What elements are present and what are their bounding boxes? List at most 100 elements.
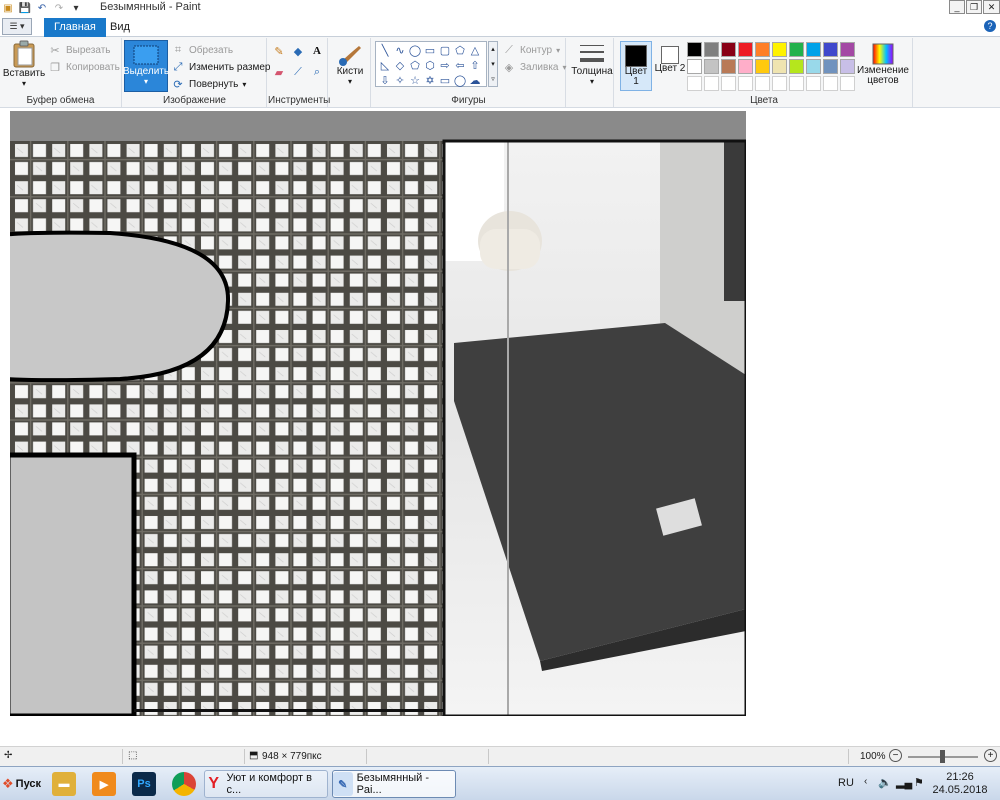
taskbar-chrome[interactable] bbox=[172, 770, 196, 798]
custom-color-slot[interactable] bbox=[772, 76, 787, 91]
palette-swatch[interactable] bbox=[823, 59, 838, 74]
custom-color-slot[interactable] bbox=[789, 76, 804, 91]
shapes-gallery-scroll[interactable]: ▴ ▾ ▿ bbox=[488, 41, 498, 87]
custom-color-slot[interactable] bbox=[755, 76, 770, 91]
palette-swatch[interactable] bbox=[721, 59, 736, 74]
rounded-callout-shape-icon[interactable]: ▭ bbox=[438, 73, 452, 87]
speaker-icon[interactable]: 🔈 bbox=[878, 776, 892, 789]
size-button[interactable]: Толщина ▾ bbox=[571, 42, 613, 86]
copy-button[interactable]: ❐ Копировать bbox=[48, 60, 120, 74]
cloud-callout-shape-icon[interactable]: ☁ bbox=[468, 73, 482, 87]
color-picker-icon[interactable]: ⟋ bbox=[291, 65, 305, 79]
taskbar-media-player[interactable]: ▶ bbox=[92, 770, 116, 798]
hexagon-shape-icon[interactable]: ⬡ bbox=[423, 58, 437, 72]
polygon-shape-icon[interactable]: ⬠ bbox=[453, 43, 467, 57]
cut-button[interactable]: ✂ Вырезать bbox=[48, 43, 110, 57]
four-point-star-shape-icon[interactable]: ✧ bbox=[393, 73, 407, 87]
custom-color-slot[interactable] bbox=[840, 76, 855, 91]
palette-swatch[interactable] bbox=[738, 42, 753, 57]
rotate-button[interactable]: ⟳ Повернуть ▾ bbox=[171, 77, 246, 91]
save-icon[interactable]: 💾 bbox=[17, 1, 33, 15]
eraser-icon[interactable]: ▰ bbox=[272, 65, 286, 79]
pencil-icon[interactable]: ✎ bbox=[272, 44, 286, 58]
text-tool-icon[interactable]: A bbox=[310, 44, 324, 58]
right-triangle-shape-icon[interactable]: ◺ bbox=[378, 58, 392, 72]
curve-shape-icon[interactable]: ∿ bbox=[393, 43, 407, 57]
action-center-flag-icon[interactable]: ⚑ bbox=[914, 776, 924, 789]
five-point-star-shape-icon[interactable]: ☆ bbox=[408, 73, 422, 87]
palette-swatch[interactable] bbox=[840, 42, 855, 57]
network-icon[interactable]: ▂▄ bbox=[896, 776, 912, 789]
close-button[interactable]: ✕ bbox=[983, 0, 1000, 14]
line-shape-icon[interactable]: ╲ bbox=[378, 43, 392, 57]
maximize-button[interactable]: ❐ bbox=[966, 0, 982, 14]
oval-shape-icon[interactable]: ◯ bbox=[408, 43, 422, 57]
brushes-button[interactable]: Кисти ▾ bbox=[333, 42, 367, 86]
paste-button[interactable]: Вставить ▾ bbox=[3, 40, 45, 88]
tab-view[interactable]: Вид bbox=[100, 18, 140, 37]
oval-callout-shape-icon[interactable]: ◯ bbox=[453, 73, 467, 87]
custom-color-slot[interactable] bbox=[704, 76, 719, 91]
custom-color-slot[interactable] bbox=[806, 76, 821, 91]
outline-button[interactable]: ⟋ Контур ▾ bbox=[502, 43, 560, 57]
crop-button[interactable]: ⌗ Обрезать bbox=[171, 43, 233, 57]
redo-icon[interactable]: ↷ bbox=[51, 1, 67, 15]
customize-quick-access-icon[interactable]: ▾ bbox=[68, 1, 84, 15]
magnifier-icon[interactable]: ⌕ bbox=[310, 65, 324, 79]
palette-swatch[interactable] bbox=[806, 42, 821, 57]
diamond-shape-icon[interactable]: ◇ bbox=[393, 58, 407, 72]
undo-icon[interactable]: ↶ bbox=[34, 1, 50, 15]
fill-bucket-icon[interactable]: ◆ bbox=[291, 44, 305, 58]
palette-swatch[interactable] bbox=[789, 59, 804, 74]
minimize-button[interactable]: _ bbox=[949, 0, 965, 14]
palette-swatch[interactable] bbox=[840, 59, 855, 74]
zoom-out-button[interactable]: − bbox=[889, 749, 902, 762]
resize-button[interactable]: ⤢ Изменить размер bbox=[171, 60, 271, 74]
zoom-slider-thumb[interactable] bbox=[940, 750, 945, 763]
fill-button[interactable]: ◈ Заливка ▾ bbox=[502, 60, 567, 74]
shapes-gallery[interactable]: ╲ ∿ ◯ ▭ ▢ ⬠ △ ◺ ◇ ⬠ ⬡ ⇨ ⇦ ⇧ ⇩ ✧ ☆ ✡ ▭ ◯ … bbox=[375, 41, 487, 87]
drawing-canvas[interactable] bbox=[10, 111, 746, 716]
custom-color-slot[interactable] bbox=[687, 76, 702, 91]
triangle-shape-icon[interactable]: △ bbox=[468, 43, 482, 57]
palette-swatch[interactable] bbox=[687, 59, 702, 74]
palette-swatch[interactable] bbox=[704, 59, 719, 74]
color2-button[interactable]: Цвет 2 bbox=[654, 41, 686, 91]
left-arrow-shape-icon[interactable]: ⇦ bbox=[453, 58, 467, 72]
palette-swatch[interactable] bbox=[687, 42, 702, 57]
up-arrow-shape-icon[interactable]: ⇧ bbox=[468, 58, 482, 72]
custom-color-slot[interactable] bbox=[721, 76, 736, 91]
palette-swatch[interactable] bbox=[755, 59, 770, 74]
palette-swatch[interactable] bbox=[772, 59, 787, 74]
taskbar-explorer[interactable]: ▬ bbox=[52, 770, 76, 798]
rounded-rectangle-shape-icon[interactable]: ▢ bbox=[438, 43, 452, 57]
language-indicator[interactable]: RU bbox=[838, 777, 854, 789]
edit-colors-button[interactable]: Изменение цветов bbox=[854, 42, 912, 86]
palette-swatch[interactable] bbox=[755, 42, 770, 57]
palette-swatch[interactable] bbox=[721, 42, 736, 57]
rectangle-shape-icon[interactable]: ▭ bbox=[423, 43, 437, 57]
zoom-in-button[interactable]: + bbox=[984, 749, 997, 762]
select-button[interactable]: Выделить ▾ bbox=[123, 40, 169, 92]
palette-swatch[interactable] bbox=[789, 42, 804, 57]
custom-color-slot[interactable] bbox=[823, 76, 838, 91]
palette-swatch[interactable] bbox=[772, 42, 787, 57]
palette-swatch[interactable] bbox=[704, 42, 719, 57]
palette-swatch[interactable] bbox=[823, 42, 838, 57]
taskbar-yandex[interactable]: Y Уют и комфорт в с... bbox=[204, 770, 328, 798]
tray-expand-icon[interactable]: ‹ bbox=[864, 776, 867, 787]
taskbar-photoshop[interactable]: Ps bbox=[132, 770, 156, 798]
tab-home[interactable]: Главная bbox=[44, 18, 106, 37]
down-arrow-shape-icon[interactable]: ⇩ bbox=[378, 73, 392, 87]
right-arrow-shape-icon[interactable]: ⇨ bbox=[438, 58, 452, 72]
taskbar-paint[interactable]: ✎ Безымянный - Pai... bbox=[332, 770, 456, 798]
application-menu-button[interactable]: ☰ ▾ bbox=[2, 18, 32, 35]
six-point-star-shape-icon[interactable]: ✡ bbox=[423, 73, 437, 87]
start-button[interactable]: ❖ Пуск bbox=[2, 770, 46, 798]
palette-swatch[interactable] bbox=[738, 59, 753, 74]
pentagon-shape-icon[interactable]: ⬠ bbox=[408, 58, 422, 72]
palette-swatch[interactable] bbox=[806, 59, 821, 74]
custom-color-slot[interactable] bbox=[738, 76, 753, 91]
help-icon[interactable]: ? bbox=[984, 20, 996, 32]
clock[interactable]: 21:26 24.05.2018 bbox=[930, 771, 990, 797]
